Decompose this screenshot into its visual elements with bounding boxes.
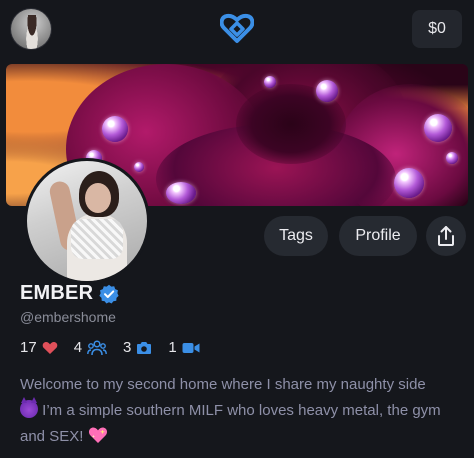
avatar-face [85,183,111,213]
water-drop [424,114,452,142]
top-bar: $0 [0,0,474,60]
profile-button[interactable]: Profile [339,216,417,256]
water-drop [446,152,458,164]
camera-icon [137,341,152,354]
heart-icon [42,341,57,354]
display-name: EMBER [20,282,94,304]
subscribers-stat[interactable]: 4 [74,339,107,356]
verified-badge-icon [99,284,119,303]
tags-label: Tags [279,227,313,244]
stats-row: 17 4 3 1 [20,339,216,356]
water-drop [316,80,338,102]
subscribers-count: 4 [73,339,83,356]
balance-amount: $0 [428,20,446,37]
smiling-devil-emoji [20,397,38,418]
water-drop [166,182,196,204]
water-drop [134,162,144,172]
balance-button[interactable]: $0 [412,10,462,48]
share-button[interactable] [426,216,466,256]
water-drop [102,116,128,142]
tags-button[interactable]: Tags [264,216,328,256]
videos-count: 1 [168,339,177,356]
heart-logo-icon[interactable] [220,12,254,44]
avatar-figure [23,15,41,49]
video-camera-icon [182,342,200,353]
water-drop [264,76,276,88]
videos-stat[interactable]: 1 [168,339,200,356]
user-handle: @embershome [20,309,116,325]
photos-stat[interactable]: 3 [123,339,152,356]
likes-stat[interactable]: 17 [20,339,58,356]
bio-line-2: I’m a simple southern MILF who loves hea… [20,402,441,445]
avatar-lace [71,219,123,259]
profile-bio: Welcome to my second home where I share … [20,372,468,450]
photos-count: 3 [123,339,132,356]
sparkling-heart-emoji [88,427,107,443]
share-icon [438,226,454,246]
water-drop [394,168,424,198]
user-avatar[interactable] [11,9,51,49]
name-row: EMBER [20,282,119,305]
profile-page: $0 Tags Profile EMBER @embershome 17 4 3… [0,0,474,458]
profile-avatar[interactable] [24,158,150,284]
likes-count: 17 [20,339,37,356]
profile-label: Profile [355,227,401,244]
bio-line-1: Welcome to my second home where I share … [20,376,426,393]
people-icon [87,339,107,355]
